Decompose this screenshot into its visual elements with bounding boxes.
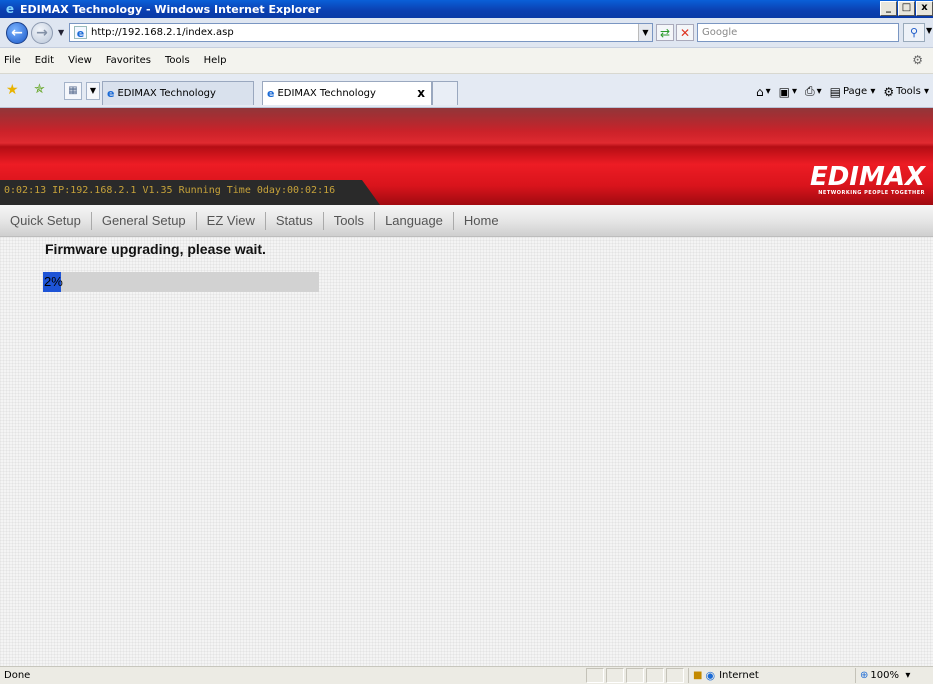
tab-bar: ★ ✯ ▦ ▼ e EDIMAX Technology e EDIMAX Tec… [0, 74, 933, 108]
page-icon: ▤ [829, 84, 841, 99]
upgrade-message: Firmware upgrading, please wait. [45, 241, 266, 257]
rss-icon: ▣ [778, 84, 790, 99]
ie-logo-icon: e [5, 2, 15, 16]
print-button[interactable]: ⎙ ▾ [805, 84, 822, 99]
tab-label: EDIMAX Technology [117, 88, 216, 99]
nav-status[interactable]: Status [266, 211, 324, 230]
protected-mode-icon: ■ [693, 670, 703, 681]
menu-file[interactable]: File [4, 55, 21, 66]
zoom-control[interactable]: ⊕ 100% ▾ [855, 668, 931, 683]
feeds-button[interactable]: ▣ ▾ [779, 85, 797, 99]
minimize-button[interactable]: _ [880, 1, 897, 16]
extension-icon[interactable]: ⚙ [912, 53, 923, 67]
tools-menu-label: Tools [896, 86, 921, 97]
ie-page-icon: e [107, 87, 115, 100]
nav-home[interactable]: Home [454, 212, 509, 230]
menu-favorites[interactable]: Favorites [106, 55, 151, 66]
globe-icon: ◉ [705, 669, 716, 682]
page-menu-button[interactable]: ▤ Page ▾ [830, 85, 876, 99]
gear-icon: ⚙ [883, 84, 895, 99]
zone-label: Internet [719, 670, 759, 681]
refresh-button[interactable]: ⇄ [656, 24, 674, 41]
edimax-logo: EDIMAX NETWORKING PEOPLE TOGETHER [810, 164, 925, 196]
maximize-button[interactable]: □ [898, 1, 915, 16]
menu-edit[interactable]: Edit [35, 55, 54, 66]
tab-edimax-2[interactable]: e EDIMAX Technology x [262, 81, 432, 105]
tab-label: EDIMAX Technology [277, 88, 376, 99]
tab-list-dropdown[interactable]: ▼ [86, 82, 100, 100]
progress-label: 2% [44, 274, 63, 289]
nav-language[interactable]: Language [375, 211, 454, 230]
command-bar: ⌂ ▾ ▣ ▾ ⎙ ▾ ▤ Page ▾ ⚙ Tools ▾ [748, 84, 929, 99]
banner-gloss [0, 108, 933, 143]
nav-tools[interactable]: Tools [324, 211, 376, 230]
page-icon: e [74, 26, 87, 40]
status-bar: Done ■ ◉ Internet ⊕ 100% ▾ [0, 666, 933, 684]
zoom-level: 100% [870, 670, 899, 681]
security-zone[interactable]: ■ ◉ Internet [688, 668, 848, 683]
status-pane [626, 668, 644, 683]
title-bar: e EDIMAX Technology - Windows Internet E… [0, 0, 933, 18]
page-menu-label: Page [842, 86, 868, 97]
close-tab-icon[interactable]: x [417, 86, 425, 100]
nav-quick-setup[interactable]: Quick Setup [0, 211, 92, 230]
upgrade-progress-bar: 2% [43, 272, 319, 292]
menu-bar: File Edit View Favorites Tools Help ⚙ [0, 48, 933, 74]
window-controls: _ □ x [879, 1, 933, 16]
forward-button[interactable]: → [31, 22, 53, 44]
status-pane [666, 668, 684, 683]
add-favorites-icon[interactable]: ✯ [34, 82, 45, 97]
quick-tabs-button[interactable]: ▦ [64, 82, 82, 100]
url-text[interactable]: http://192.168.2.1/index.asp [91, 27, 234, 38]
nav-general-setup[interactable]: General Setup [92, 211, 197, 230]
address-bar[interactable]: e http://192.168.2.1/index.asp ▼ [69, 23, 653, 42]
logo-brand: EDIMAX [809, 162, 925, 192]
favorites-star-icon[interactable]: ★ [6, 82, 19, 98]
zoom-icon: ⊕ [860, 670, 869, 681]
stop-button[interactable]: ✕ [676, 24, 694, 41]
home-button[interactable]: ⌂ ▾ [756, 85, 771, 99]
router-status-text: 0:02:13 IP:192.168.2.1 V1.35 Running Tim… [4, 185, 336, 196]
search-options-dropdown[interactable]: ▼ [926, 26, 932, 35]
menu-help[interactable]: Help [204, 55, 227, 66]
new-tab-button[interactable] [432, 81, 458, 105]
status-pane [586, 668, 604, 683]
status-text: Done [4, 670, 31, 681]
search-icon[interactable]: ⚲ [903, 23, 925, 42]
tools-menu-button[interactable]: ⚙ Tools ▾ [883, 85, 929, 99]
status-pane [606, 668, 624, 683]
tab-edimax-1[interactable]: e EDIMAX Technology [102, 81, 254, 105]
menu-tools[interactable]: Tools [165, 55, 190, 66]
ie-page-icon: e [267, 87, 275, 100]
web-page: 0:02:13 IP:192.168.2.1 V1.35 Running Tim… [0, 108, 933, 666]
status-panes [586, 668, 686, 683]
router-banner: 0:02:13 IP:192.168.2.1 V1.35 Running Tim… [0, 108, 933, 205]
main-content: Firmware upgrading, please wait. 2% [0, 237, 933, 666]
nav-ez-view[interactable]: EZ View [197, 211, 266, 230]
router-nav: Quick Setup General Setup EZ View Status… [0, 205, 933, 237]
recent-pages-dropdown[interactable]: ▼ [58, 28, 64, 37]
address-dropdown-button[interactable]: ▼ [638, 24, 652, 41]
window-title: EDIMAX Technology - Windows Internet Exp… [20, 2, 321, 16]
router-status-bar: 0:02:13 IP:192.168.2.1 V1.35 Running Tim… [0, 180, 380, 205]
address-toolbar: ← → ▼ e http://192.168.2.1/index.asp ▼ ⇄… [0, 18, 933, 48]
status-pane [646, 668, 664, 683]
search-input[interactable]: Google [697, 23, 899, 42]
printer-icon: ⎙ [804, 84, 815, 98]
home-icon: ⌂ [755, 84, 764, 99]
back-button[interactable]: ← [6, 22, 28, 44]
close-window-button[interactable]: x [916, 1, 933, 16]
logo-tagline: NETWORKING PEOPLE TOGETHER [818, 190, 925, 196]
menu-view[interactable]: View [68, 55, 92, 66]
